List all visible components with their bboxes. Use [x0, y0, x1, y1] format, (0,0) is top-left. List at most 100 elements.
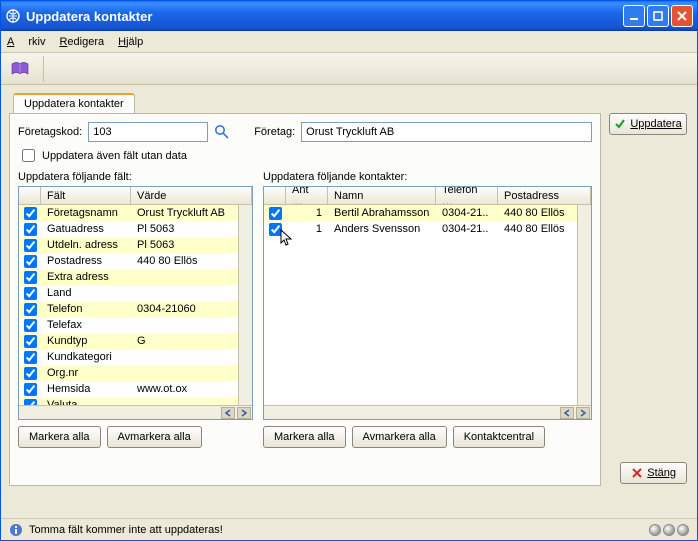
- contacts-mark-all-button[interactable]: Markera alla: [263, 426, 346, 448]
- fields-row[interactable]: Hemsidawww.ot.ox: [19, 381, 238, 397]
- foretagskod-label: Företagskod:: [18, 126, 82, 138]
- cell-falt: Org.nr: [41, 365, 131, 381]
- fields-row[interactable]: Utdeln. adressPl 5063: [19, 237, 238, 253]
- tab-body: Företagskod: Företag: Uppdatera även fäl…: [9, 113, 601, 486]
- maximize-button[interactable]: [647, 5, 669, 27]
- fields-row[interactable]: KundtypG: [19, 333, 238, 349]
- contacts-col-ant[interactable]: Ant …: [286, 187, 328, 204]
- foretagskod-input[interactable]: [88, 122, 208, 142]
- cell-telefon: 0304-21..: [436, 205, 498, 221]
- row-checkbox[interactable]: [24, 303, 37, 316]
- cell-varde: 0304-21060: [131, 301, 238, 317]
- cell-falt: Telefon: [41, 301, 131, 317]
- fields-hscroll[interactable]: [19, 405, 252, 419]
- cell-namn: Anders Svensson: [328, 221, 436, 237]
- row-checkbox[interactable]: [24, 223, 37, 236]
- row-checkbox[interactable]: [24, 351, 37, 364]
- cell-falt: Företagsnamn: [41, 205, 131, 221]
- tab-uppdatera-kontakter[interactable]: Uppdatera kontakter: [13, 93, 135, 113]
- contacts-col-chk[interactable]: [264, 187, 286, 204]
- fields-row[interactable]: Valuta: [19, 397, 238, 405]
- cell-post: 440 80 Ellös: [498, 221, 577, 237]
- app-window: Uppdatera kontakter Arkiv Redigera Hjälp: [0, 0, 698, 541]
- scroll-right-icon[interactable]: [237, 407, 251, 419]
- fields-row[interactable]: Land: [19, 285, 238, 301]
- fields-row[interactable]: Extra adress: [19, 269, 238, 285]
- menu-arkiv[interactable]: Arkiv: [7, 36, 45, 48]
- cell-varde: 440 80 Ellös: [131, 253, 238, 269]
- row-checkbox[interactable]: [269, 207, 282, 220]
- row-checkbox[interactable]: [24, 367, 37, 380]
- cell-ant: 1: [286, 205, 328, 221]
- contacts-grid: Ant … Namn Telefon … Postadress 1Bertil …: [263, 186, 592, 420]
- fields-row[interactable]: Kundkategori: [19, 349, 238, 365]
- fields-grid: Fält Värde FöretagsnamnOrust Tryckluft A…: [18, 186, 253, 420]
- contacts-row[interactable]: 1Anders Svensson0304-21..440 80 Ellös: [264, 221, 577, 237]
- scroll-right-icon[interactable]: [576, 407, 590, 419]
- cell-varde: [131, 285, 238, 301]
- row-checkbox[interactable]: [269, 223, 282, 236]
- row-checkbox[interactable]: [24, 383, 37, 396]
- row-checkbox[interactable]: [24, 287, 37, 300]
- cell-varde: Pl 5063: [131, 221, 238, 237]
- status-text: Tomma fält kommer inte att uppdateras!: [29, 524, 223, 536]
- menu-redigera[interactable]: Redigera: [59, 36, 104, 48]
- close-icon: [631, 467, 643, 479]
- fields-row[interactable]: GatuadressPl 5063: [19, 221, 238, 237]
- window-title: Uppdatera kontakter: [26, 9, 152, 24]
- row-checkbox[interactable]: [24, 239, 37, 252]
- scroll-left-icon[interactable]: [221, 407, 235, 419]
- contacts-unmark-all-button[interactable]: Avmarkera alla: [352, 426, 447, 448]
- statusbar: Tomma fält kommer inte att uppdateras!: [1, 518, 697, 540]
- scroll-left-icon[interactable]: [560, 407, 574, 419]
- fields-row[interactable]: Postadress440 80 Ellös: [19, 253, 238, 269]
- cell-ant: 1: [286, 221, 328, 237]
- fields-mark-all-button[interactable]: Markera alla: [18, 426, 101, 448]
- menu-hjalp[interactable]: Hjälp: [118, 36, 143, 48]
- cell-varde: [131, 317, 238, 333]
- uppdatera-button[interactable]: Uppdatera: [609, 113, 687, 135]
- fields-row[interactable]: FöretagsnamnOrust Tryckluft AB: [19, 205, 238, 221]
- cell-post: 440 80 Ellös: [498, 205, 577, 221]
- row-checkbox[interactable]: [24, 319, 37, 332]
- kontaktcentral-button[interactable]: Kontaktcentral: [453, 426, 545, 448]
- stang-button[interactable]: Stäng: [620, 462, 687, 484]
- row-checkbox[interactable]: [24, 207, 37, 220]
- minimize-button[interactable]: [623, 5, 645, 27]
- toolbar-divider: [43, 56, 44, 82]
- contacts-col-post[interactable]: Postadress: [498, 187, 591, 204]
- cell-falt: Gatuadress: [41, 221, 131, 237]
- toolbar: [1, 53, 697, 85]
- row-checkbox[interactable]: [24, 255, 37, 268]
- fields-row[interactable]: Telefon0304-21060: [19, 301, 238, 317]
- fields-col-chk[interactable]: [19, 187, 41, 204]
- contacts-col-namn[interactable]: Namn: [328, 187, 436, 204]
- cell-varde: [131, 365, 238, 381]
- fields-unmark-all-button[interactable]: Avmarkera alla: [107, 426, 202, 448]
- contacts-col-telefon[interactable]: Telefon …: [436, 187, 498, 204]
- fields-vscroll[interactable]: [238, 205, 252, 405]
- contacts-vscroll[interactable]: [577, 205, 591, 405]
- search-icon[interactable]: [214, 124, 230, 140]
- fields-row[interactable]: Telefax: [19, 317, 238, 333]
- uppdatera-aven-checkbox[interactable]: [22, 149, 35, 162]
- fields-row[interactable]: Org.nr: [19, 365, 238, 381]
- cell-falt: Land: [41, 285, 131, 301]
- contacts-hscroll[interactable]: [264, 405, 591, 419]
- fields-title: Uppdatera följande fält:: [18, 171, 253, 183]
- row-checkbox[interactable]: [24, 335, 37, 348]
- app-icon: [5, 8, 21, 24]
- row-checkbox[interactable]: [24, 271, 37, 284]
- cell-telefon: 0304-21..: [436, 221, 498, 237]
- foretag-input[interactable]: [301, 122, 592, 142]
- fields-col-falt[interactable]: Fält: [41, 187, 131, 204]
- cell-falt: Valuta: [41, 397, 131, 405]
- fields-col-varde[interactable]: Värde: [131, 187, 252, 204]
- close-button[interactable]: [671, 5, 693, 27]
- cell-namn: Bertil Abrahamsson: [328, 205, 436, 221]
- cell-varde: www.ot.ox: [131, 381, 238, 397]
- cell-falt: Kundkategori: [41, 349, 131, 365]
- contacts-title: Uppdatera följande kontakter:: [263, 171, 592, 183]
- contacts-row[interactable]: 1Bertil Abrahamsson0304-21..440 80 Ellös: [264, 205, 577, 221]
- toolbar-book-icon[interactable]: [7, 56, 33, 82]
